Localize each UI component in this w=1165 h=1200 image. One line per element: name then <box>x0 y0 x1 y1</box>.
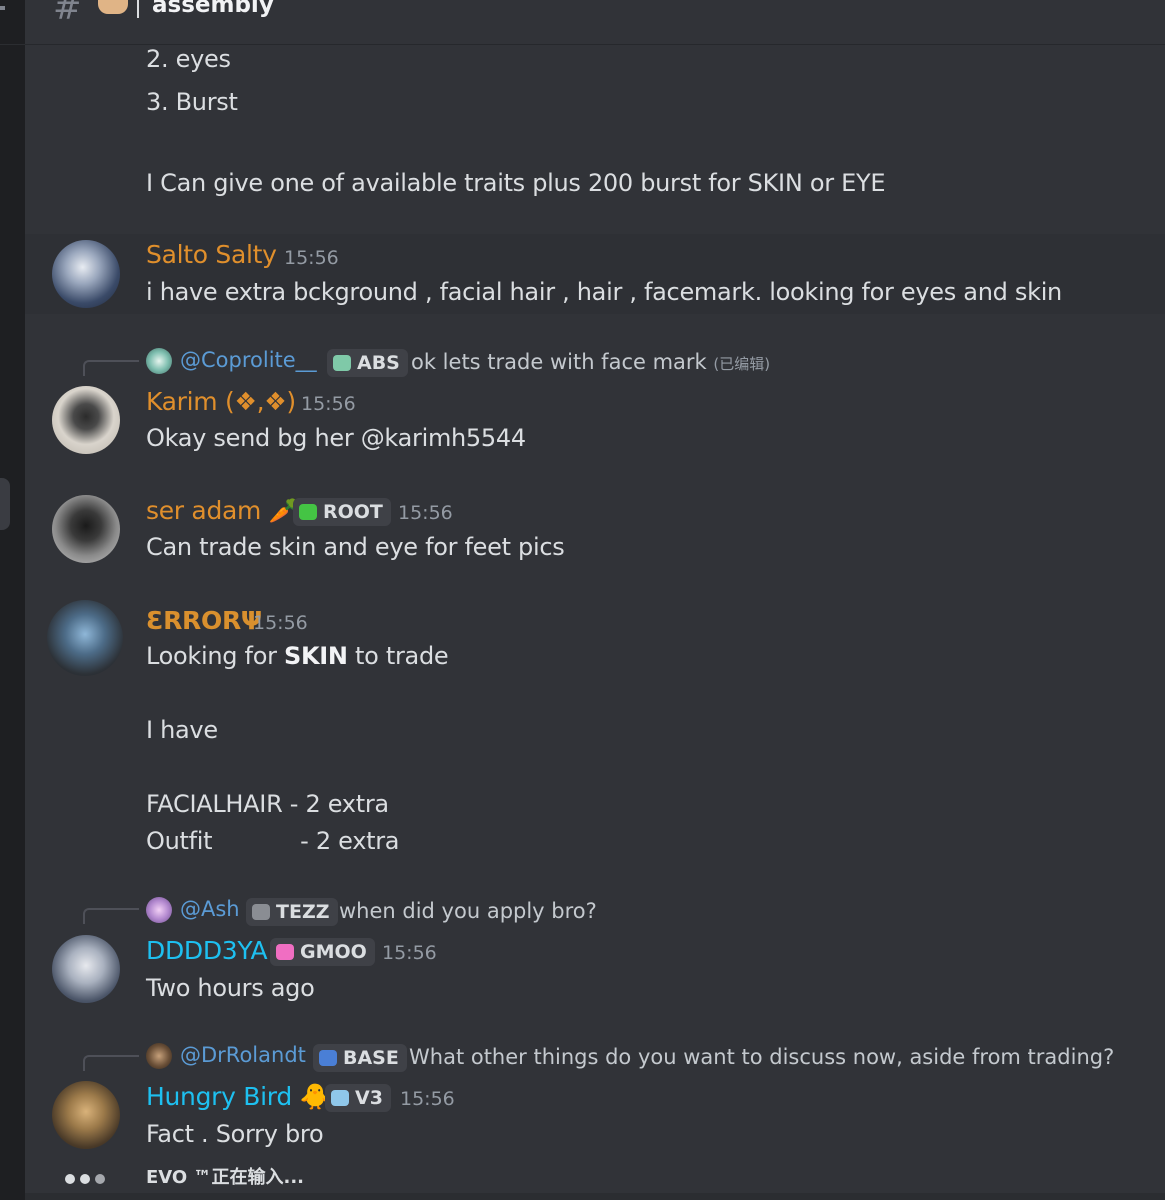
shield-icon <box>252 904 270 920</box>
message-timestamp: 15:56 <box>301 393 356 415</box>
typing-indicator: EVO ™正在输入... <box>146 1167 304 1188</box>
reply-author[interactable]: @Coprolite__ <box>180 348 317 372</box>
channel-separator <box>137 0 139 18</box>
reply-preview[interactable]: when did you apply bro? <box>339 899 597 923</box>
message-line: 3. Burst <box>146 88 238 116</box>
message-timestamp: 15:56 <box>253 612 308 634</box>
reply-connector <box>83 908 139 924</box>
message-feed: 2. eyes 3. Burst I Can give one of avail… <box>25 45 1165 1200</box>
reply-author[interactable]: @Ash <box>180 897 240 921</box>
message-content: Can trade skin and eye for feet pics <box>146 533 565 561</box>
message-line: Outfit - 2 extra <box>146 827 400 855</box>
reply-avatar[interactable] <box>146 897 172 923</box>
channel-header: # assembly <box>25 0 1165 45</box>
heart-icon <box>333 355 351 371</box>
reply-connector <box>83 1055 139 1071</box>
message-line: FACIALHAIR - 2 extra <box>146 790 389 818</box>
avatar[interactable] <box>52 240 120 308</box>
composer-edge <box>25 1193 1165 1200</box>
avatar[interactable] <box>52 495 120 563</box>
message-line: I Can give one of available traits plus … <box>146 169 886 197</box>
message-timestamp: 15:56 <box>398 502 453 524</box>
message-author[interactable]: Hungry Bird 🐥 <box>146 1082 331 1112</box>
message-author[interactable]: ƐRRORΨ <box>146 606 262 635</box>
handshake-icon <box>98 0 128 14</box>
typing-dots-icon <box>65 1169 110 1188</box>
reply-avatar[interactable] <box>146 348 172 374</box>
discord-window: # assembly 2. eyes 3. Burst I Can give o… <box>0 0 1165 1200</box>
message-author[interactable]: Salto Salty <box>146 240 277 269</box>
heart-icon <box>276 944 294 960</box>
message-line: 2. eyes <box>146 45 231 73</box>
flame-icon <box>331 1090 349 1106</box>
message-author[interactable]: ser adam 🥕 <box>146 496 300 526</box>
avatar[interactable] <box>47 600 123 676</box>
server-selected-pill[interactable] <box>0 478 10 530</box>
message-author[interactable]: DDDD3YA <box>146 936 268 965</box>
message-timestamp: 15:56 <box>382 942 437 964</box>
role-tag: ABS <box>327 349 408 377</box>
role-tag: V3 <box>325 1084 391 1112</box>
reply-author[interactable]: @DrRolandt <box>180 1043 306 1067</box>
message-timestamp: 15:56 <box>284 247 339 269</box>
reply-avatar[interactable] <box>146 1043 172 1069</box>
hashtag-icon: # <box>53 0 82 28</box>
edited-label: (已编辑) <box>713 355 771 373</box>
rail-divider <box>0 44 25 45</box>
role-tag: ROOT <box>293 498 391 526</box>
message-line: I have <box>146 716 218 744</box>
leaf-icon <box>299 504 317 520</box>
server-rail <box>0 0 25 1200</box>
reply-preview[interactable]: ok lets trade with face mark (已编辑) <box>411 350 770 374</box>
role-tag: BASE <box>313 1044 407 1072</box>
message-content: Two hours ago <box>146 974 315 1002</box>
role-tag: GMOO <box>270 938 375 966</box>
message-content: Okay send bg her @karimh5544 <box>146 424 526 452</box>
avatar[interactable] <box>52 1081 120 1149</box>
avatar[interactable] <box>52 935 120 1003</box>
message-content: Looking for SKIN to trade <box>146 642 449 670</box>
flame-icon <box>319 1050 337 1066</box>
rail-marker <box>0 6 5 10</box>
role-tag: TEZZ <box>246 898 338 926</box>
message-content: i have extra bckground , facial hair , h… <box>146 278 1062 306</box>
message-author[interactable]: Karim (❖,❖) <box>146 387 296 416</box>
message-timestamp: 15:56 <box>400 1088 455 1110</box>
channel-title[interactable]: assembly <box>152 0 274 18</box>
reply-connector <box>83 360 139 376</box>
avatar[interactable] <box>52 386 120 454</box>
message-content: Fact . Sorry bro <box>146 1120 324 1148</box>
reply-preview[interactable]: What other things do you want to discuss… <box>409 1045 1114 1069</box>
